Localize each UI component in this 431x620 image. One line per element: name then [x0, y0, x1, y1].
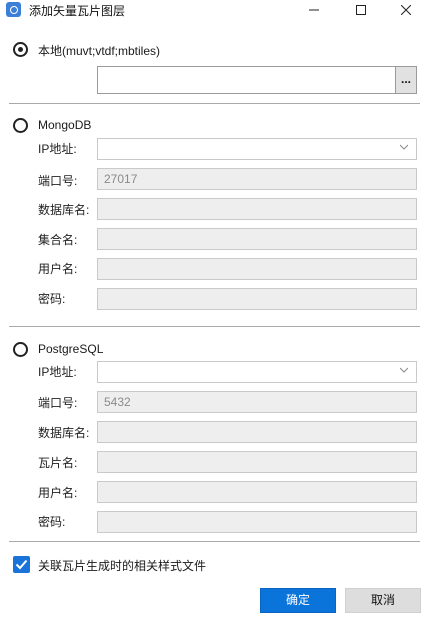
mongodb-password-field[interactable] [97, 288, 417, 310]
postgresql-port-field[interactable]: 5432 [97, 391, 417, 413]
divider [9, 326, 420, 327]
mongodb-database-field[interactable] [97, 198, 417, 220]
postgresql-user-field[interactable] [97, 481, 417, 503]
mongodb-collection-field[interactable] [97, 228, 417, 250]
divider [9, 541, 420, 542]
mongodb-label: MongoDB [38, 118, 92, 132]
maximize-button[interactable] [338, 0, 384, 19]
postgresql-radio[interactable] [13, 342, 28, 357]
chevron-down-icon [400, 144, 408, 150]
mongodb-ip-label: IP地址: [38, 142, 77, 156]
postgresql-password-label: 密码: [38, 515, 66, 529]
cancel-button[interactable]: 取消 [345, 588, 421, 613]
postgresql-user-label: 用户名: [38, 486, 78, 500]
postgresql-ip-label: IP地址: [38, 365, 77, 379]
postgresql-database-label: 数据库名: [38, 426, 90, 440]
mongodb-collection-label: 集合名: [38, 233, 78, 247]
mongodb-port-field[interactable]: 27017 [97, 168, 417, 190]
local-path-input[interactable] [97, 66, 396, 94]
chevron-down-icon [400, 367, 408, 373]
browse-button[interactable]: ... [395, 66, 417, 94]
checkmark-icon [15, 559, 28, 570]
postgresql-port-label: 端口号: [38, 396, 78, 410]
associate-style-label: 关联瓦片生成时的相关样式文件 [38, 559, 207, 573]
mongodb-port-label: 端口号: [38, 174, 78, 188]
mongodb-database-label: 数据库名: [38, 203, 90, 217]
mongodb-user-label: 用户名: [38, 262, 78, 276]
window-title: 添加矢量瓦片图层 [29, 4, 126, 18]
ok-button[interactable]: 确定 [260, 588, 336, 613]
local-label: 本地(muvt;vtdf;mbtiles) [38, 44, 161, 58]
map-icon [6, 2, 21, 17]
close-icon [401, 4, 411, 15]
postgresql-tile-label: 瓦片名: [38, 456, 78, 470]
title-bar: 添加矢量瓦片图层 [0, 0, 431, 19]
associate-style-checkbox[interactable] [13, 556, 30, 573]
postgresql-label: PostgreSQL [38, 342, 104, 356]
postgresql-password-field[interactable] [97, 511, 417, 533]
postgresql-database-field[interactable] [97, 421, 417, 443]
postgresql-tile-field[interactable] [97, 451, 417, 473]
mongodb-user-field[interactable] [97, 258, 417, 280]
mongodb-ip-combo[interactable] [97, 138, 417, 160]
minimize-icon [309, 9, 319, 10]
postgresql-ip-combo[interactable] [97, 361, 417, 383]
close-button[interactable] [383, 0, 429, 19]
mongodb-password-label: 密码: [38, 292, 66, 306]
mongodb-radio[interactable] [13, 118, 28, 133]
divider [9, 103, 420, 104]
minimize-button[interactable] [291, 0, 337, 19]
maximize-icon [356, 4, 366, 15]
local-radio[interactable] [13, 42, 28, 57]
